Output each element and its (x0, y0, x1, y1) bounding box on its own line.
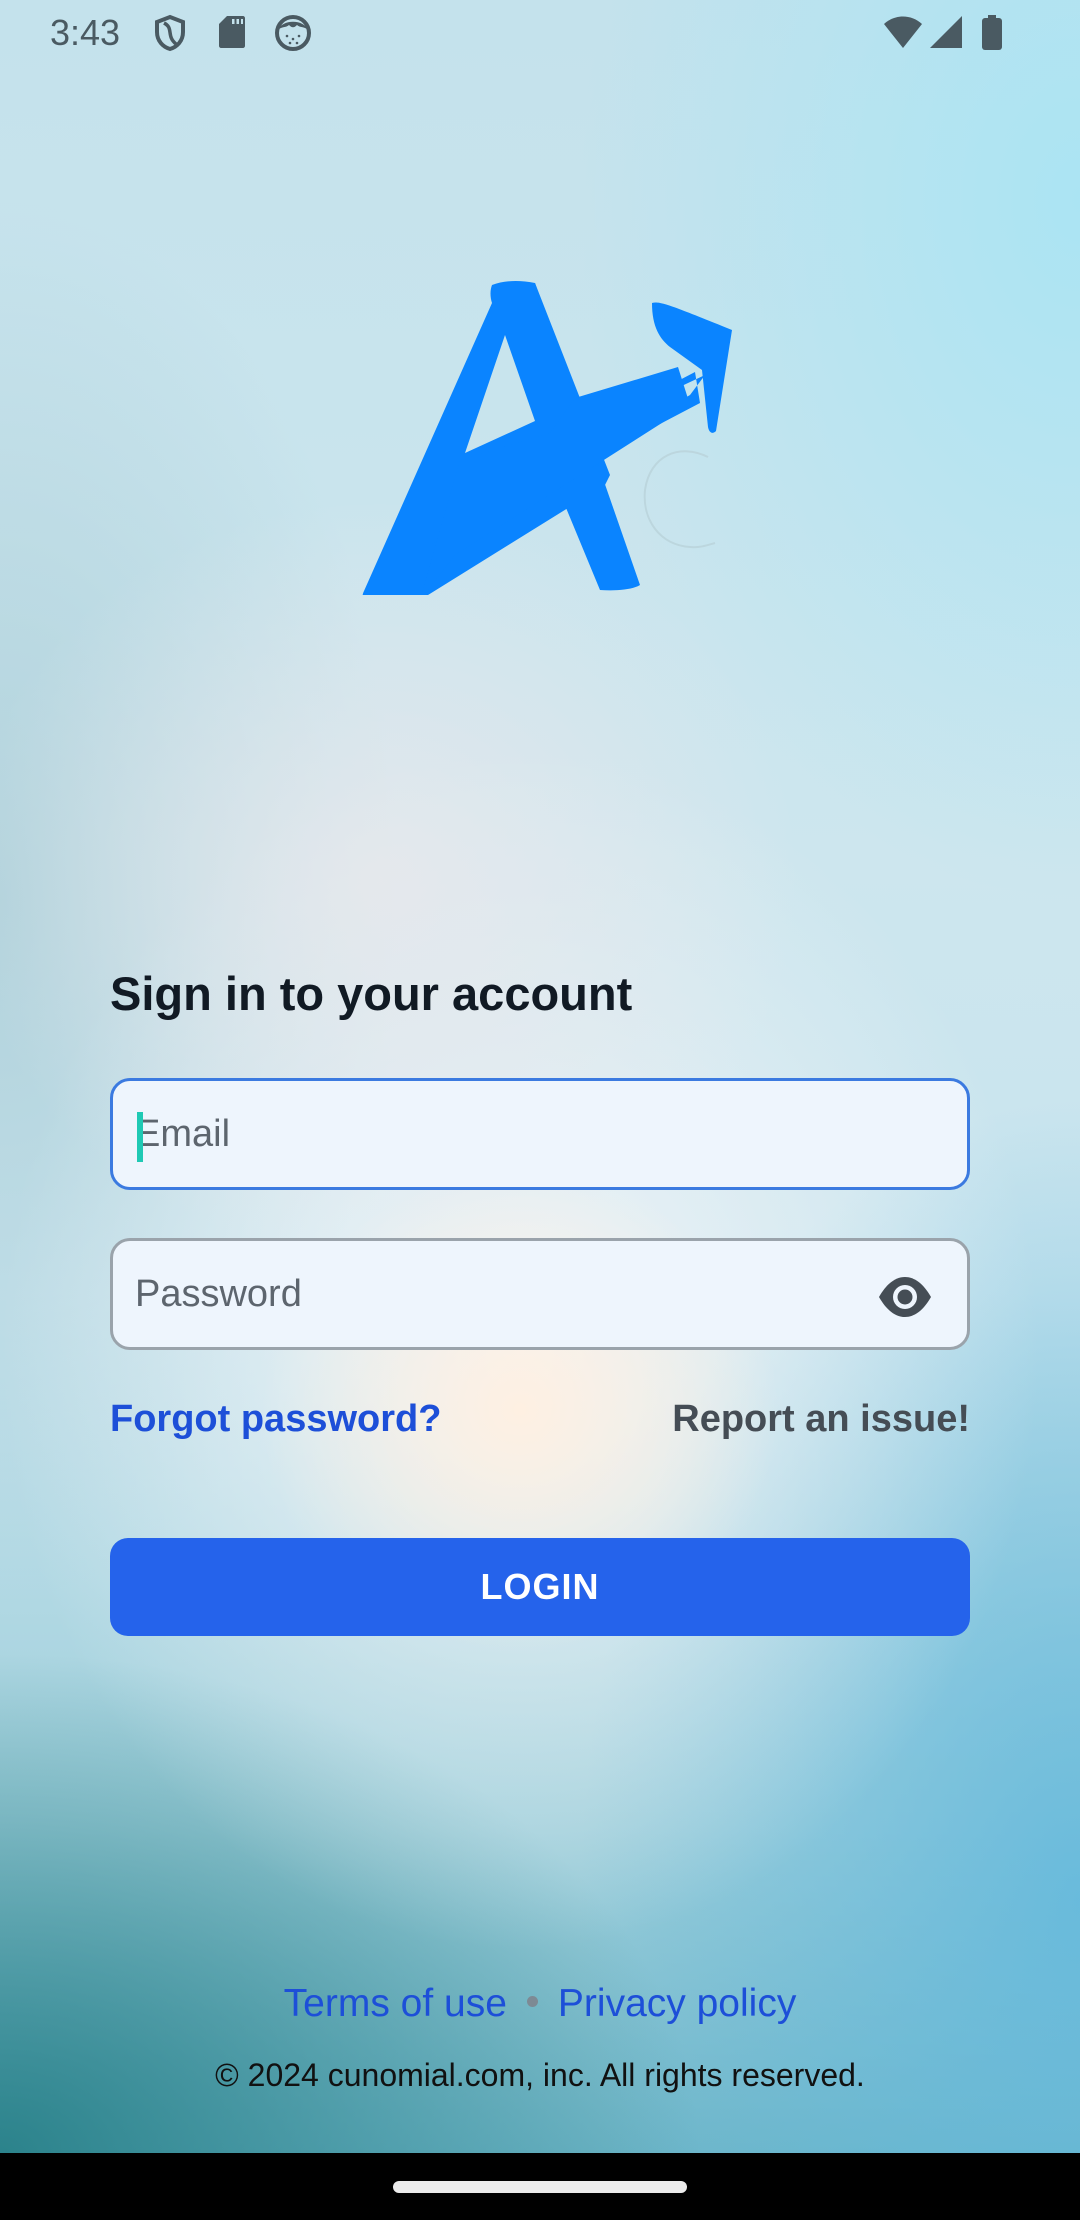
text-caret (137, 1112, 143, 1162)
password-field[interactable] (110, 1238, 970, 1350)
footer-links: Terms of use Privacy policy (0, 1982, 1080, 2026)
copyright-text: © 2024 cunomial.com, inc. All rights res… (215, 2057, 865, 2093)
report-issue-link[interactable]: Report an issue! (672, 1398, 970, 1441)
status-time: 3:43 (50, 12, 121, 53)
separator-dot (526, 1996, 538, 2008)
cellular-signal-icon (930, 16, 962, 48)
status-bar: 3:43 (0, 0, 1080, 66)
shield-icon (155, 14, 185, 52)
privacy-policy-link[interactable]: Privacy policy (558, 1982, 796, 2025)
logo-c-outline-icon (643, 450, 716, 549)
battery-icon (982, 15, 1002, 50)
auth-links-row: Forgot password? Report an issue! (110, 1398, 970, 1448)
wifi-icon (884, 16, 922, 48)
sd-card-icon (219, 16, 245, 48)
email-input[interactable] (135, 1081, 875, 1187)
page-title: Sign in to your account (110, 967, 633, 1020)
email-field[interactable] (110, 1078, 970, 1190)
password-input[interactable] (135, 1241, 875, 1347)
home-gesture-handle[interactable] (393, 2181, 687, 2193)
forgot-password-link[interactable]: Forgot password? (110, 1398, 441, 1441)
terms-of-use-link[interactable]: Terms of use (284, 1982, 507, 2025)
cat-face-icon (275, 15, 311, 51)
eye-icon[interactable] (877, 1271, 933, 1323)
logo-a-arrow-icon (362, 280, 732, 595)
login-button[interactable]: LOGIN (110, 1538, 970, 1636)
app-logo (362, 280, 732, 595)
